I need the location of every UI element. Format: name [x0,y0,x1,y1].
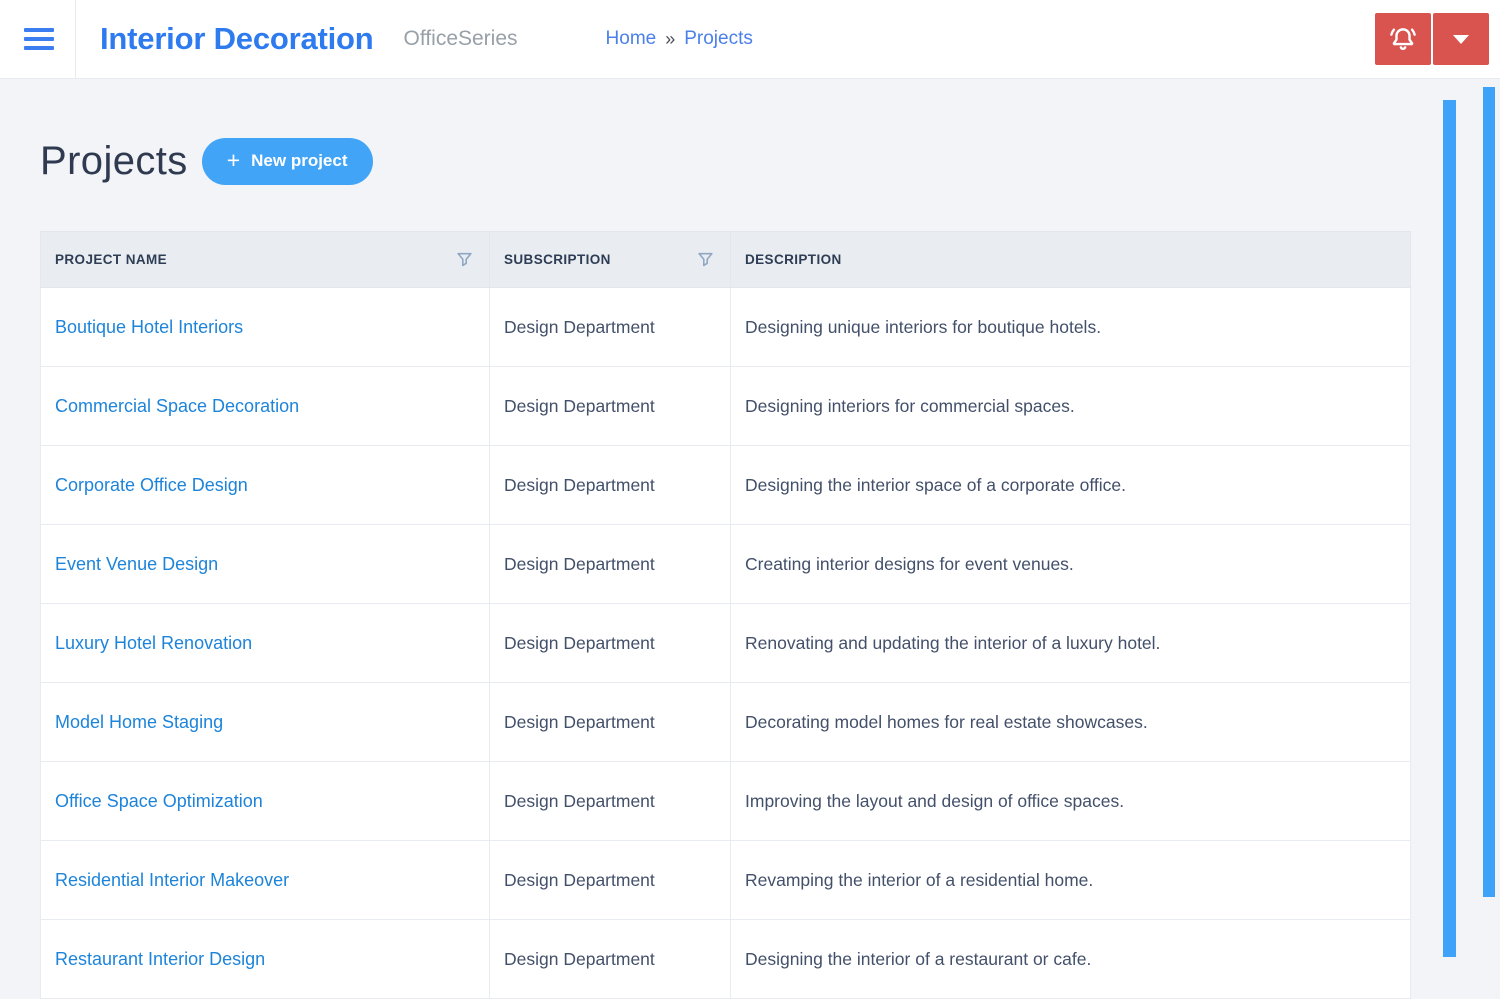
breadcrumb-home-link[interactable]: Home [606,28,657,50]
table-row: Residential Interior Makeover Design Dep… [40,840,1411,920]
project-name-cell: Boutique Hotel Interiors [40,287,490,367]
project-name-cell: Luxury Hotel Renovation [40,603,490,683]
subscription-cell: Design Department [489,682,731,762]
project-link[interactable]: Office Space Optimization [55,791,263,811]
funnel-icon[interactable] [697,251,714,268]
description-cell: Renovating and updating the interior of … [730,603,1411,683]
app-header: Interior Decoration OfficeSeries Home » … [0,0,1500,79]
project-link[interactable]: Restaurant Interior Design [55,949,265,969]
subscription-cell: Design Department [489,919,731,999]
page-title: Projects [40,138,188,183]
header-actions [1375,13,1489,65]
app-subtitle: OfficeSeries [403,27,518,50]
table-row: Commercial Space Decoration Design Depar… [40,366,1411,446]
project-link[interactable]: Model Home Staging [55,712,223,732]
projects-table: PROJECT NAME SUBSCRIPTION DESCRIPTION Bo… [40,231,1411,999]
subscription-cell: Design Department [489,761,731,841]
description-cell: Designing the interior of a restaurant o… [730,919,1411,999]
column-label: SUBSCRIPTION [504,252,611,267]
plus-icon: + [226,146,241,173]
subscription-cell: Design Department [489,603,731,683]
project-name-cell: Corporate Office Design [40,445,490,525]
column-label: PROJECT NAME [55,252,168,267]
caret-down-icon [1453,34,1469,44]
table-row: Office Space Optimization Design Departm… [40,761,1411,841]
subscription-cell: Design Department [489,840,731,920]
column-header-description[interactable]: DESCRIPTION [730,231,1411,288]
project-name-cell: Residential Interior Makeover [40,840,490,920]
project-link[interactable]: Commercial Space Decoration [55,396,299,416]
description-cell: Improving the layout and design of offic… [730,761,1411,841]
subscription-cell: Design Department [489,287,731,367]
hamburger-menu-button[interactable] [22,24,56,54]
breadcrumb-projects-link[interactable]: Projects [684,28,753,50]
table-row: Corporate Office Design Design Departmen… [40,445,1411,525]
app-title: Interior Decoration [100,21,374,56]
project-link[interactable]: Luxury Hotel Renovation [55,633,252,653]
breadcrumb-separator: » [665,28,676,49]
bell-icon [1390,28,1416,50]
subscription-cell: Design Department [489,524,731,604]
notifications-button[interactable] [1375,13,1431,65]
project-link[interactable]: Boutique Hotel Interiors [55,317,243,337]
table-header-row: PROJECT NAME SUBSCRIPTION DESCRIPTION [40,231,1411,288]
header-divider [75,0,76,79]
column-label: DESCRIPTION [745,252,842,267]
table-row: Restaurant Interior Design Design Depart… [40,919,1411,999]
new-project-label: New project [251,151,348,170]
description-cell: Designing interiors for commercial space… [730,366,1411,446]
hamburger-icon [24,46,54,50]
funnel-icon[interactable] [456,251,473,268]
breadcrumb: Home » Projects [606,28,753,50]
inner-scrollbar[interactable] [1443,100,1456,957]
project-link[interactable]: Corporate Office Design [55,475,248,495]
column-header-project-name[interactable]: PROJECT NAME [40,231,490,288]
description-cell: Creating interior designs for event venu… [730,524,1411,604]
project-name-cell: Restaurant Interior Design [40,919,490,999]
table-row: Event Venue Design Design Department Cre… [40,524,1411,604]
description-cell: Decorating model homes for real estate s… [730,682,1411,762]
account-dropdown-button[interactable] [1433,13,1489,65]
title-row: Projects + New project [40,136,1460,186]
description-cell: Revamping the interior of a residential … [730,840,1411,920]
project-name-cell: Model Home Staging [40,682,490,762]
project-name-cell: Office Space Optimization [40,761,490,841]
hamburger-icon [24,28,54,32]
column-header-subscription[interactable]: SUBSCRIPTION [489,231,731,288]
table-row: Luxury Hotel Renovation Design Departmen… [40,603,1411,683]
outer-scrollbar[interactable] [1483,87,1495,897]
description-cell: Designing the interior space of a corpor… [730,445,1411,525]
project-link[interactable]: Event Venue Design [55,554,218,574]
subscription-cell: Design Department [489,445,731,525]
hamburger-icon [24,37,54,41]
project-name-cell: Commercial Space Decoration [40,366,490,446]
table-row: Model Home Staging Design Department Dec… [40,682,1411,762]
main-content: Projects + New project PROJECT NAME SUBS… [0,136,1500,999]
table-row: Boutique Hotel Interiors Design Departme… [40,287,1411,367]
new-project-button[interactable]: + New project [201,137,373,185]
subscription-cell: Design Department [489,366,731,446]
project-name-cell: Event Venue Design [40,524,490,604]
description-cell: Designing unique interiors for boutique … [730,287,1411,367]
project-link[interactable]: Residential Interior Makeover [55,870,289,890]
